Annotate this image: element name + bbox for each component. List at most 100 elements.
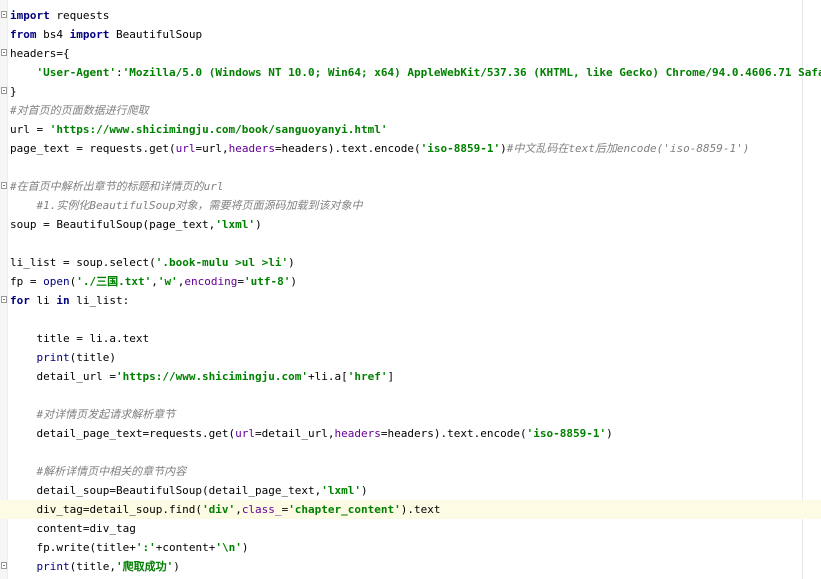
code-line[interactable]: from bs4 import BeautifulSoup xyxy=(0,25,821,44)
code-token: url xyxy=(235,427,256,440)
code-token: page_text = requests.get( xyxy=(10,142,176,155)
code-token: li_list = soup.select( xyxy=(10,256,156,269)
code-token: import xyxy=(69,28,110,41)
code-token: = xyxy=(237,275,244,288)
code-line[interactable]: #1.实例化BeautifulSoup对象，需要将页面源码加载到该对象中 xyxy=(0,196,821,215)
fold-marker-icon[interactable] xyxy=(1,11,7,18)
code-token: , xyxy=(151,275,158,288)
code-token: ) xyxy=(288,256,295,269)
code-line[interactable]: 'User-Agent':'Mozilla/5.0 (Windows NT 10… xyxy=(0,63,821,82)
code-token: 'iso-8859-1' xyxy=(526,427,607,440)
code-line[interactable]: soup = BeautifulSoup(page_text,'lxml') xyxy=(0,215,821,234)
code-line[interactable]: detail_url ='https://www.shicimingju.com… xyxy=(0,367,821,386)
code-token: li_list: xyxy=(69,294,130,307)
code-line[interactable]: li_list = soup.select('.book-mulu >ul >l… xyxy=(0,253,821,272)
code-token: soup = BeautifulSoup(page_text, xyxy=(10,218,216,231)
code-line[interactable]: ​ xyxy=(0,386,821,405)
code-line[interactable]: import requests xyxy=(0,6,821,25)
code-token: (title, xyxy=(69,560,116,573)
code-token: for xyxy=(10,294,30,307)
code-line[interactable]: headers={ xyxy=(0,44,821,63)
code-token: #对首页的页面数据进行爬取 xyxy=(10,104,149,117)
code-token: : xyxy=(115,66,123,79)
code-token: +content+ xyxy=(155,541,216,554)
fold-marker-icon[interactable] xyxy=(1,182,7,189)
code-line[interactable]: ​ xyxy=(0,310,821,329)
code-line[interactable]: print(title) xyxy=(0,348,821,367)
code-line[interactable]: #解析详情页中相关的章节内容 xyxy=(0,462,821,481)
code-line[interactable]: print(title,'爬取成功') xyxy=(0,557,821,576)
code-line[interactable]: ​ xyxy=(0,443,821,462)
code-token: detail_url = xyxy=(10,370,116,383)
code-line[interactable]: for li in li_list: xyxy=(0,291,821,310)
fold-marker-icon[interactable] xyxy=(1,49,7,56)
code-token: li xyxy=(29,294,57,307)
code-token: headers={ xyxy=(10,47,70,60)
code-token: '爬取成功' xyxy=(115,560,174,573)
code-token: (title) xyxy=(69,351,116,364)
code-token: '\n' xyxy=(215,541,242,554)
code-line[interactable]: detail_page_text=requests.get(url=detail… xyxy=(0,424,821,443)
code-line[interactable]: fp.write(title+':'+content+'\n') xyxy=(0,538,821,557)
code-line[interactable]: ​ xyxy=(0,234,821,253)
code-line[interactable]: content=div_tag xyxy=(0,519,821,538)
code-token: 'w' xyxy=(157,275,178,288)
code-line[interactable]: page_text = requests.get(url=url,headers… xyxy=(0,139,821,158)
code-token: ) xyxy=(173,560,180,573)
code-token: ) xyxy=(241,541,249,554)
code-token: 'chapter_content' xyxy=(288,503,401,516)
code-line[interactable]: title = li.a.text xyxy=(0,329,821,348)
code-line[interactable]: #在首页中解析出章节的标题和详情页的url xyxy=(0,177,821,196)
code-token: #对详情页发起请求解析章节 xyxy=(36,408,176,421)
code-token: div_tag=detail_soup.find( xyxy=(10,503,203,516)
code-area[interactable]: import requests from bs4 import Beautiful… xyxy=(0,6,821,576)
fold-marker-icon[interactable] xyxy=(1,296,7,303)
code-token: fp.write(title+ xyxy=(10,541,136,554)
code-token: 'utf-8' xyxy=(243,275,291,288)
code-line[interactable]: #对详情页发起请求解析章节 xyxy=(0,405,821,424)
code-token: =headers).text.encode( xyxy=(380,427,527,440)
code-token: url = xyxy=(10,123,50,136)
code-token: class_ xyxy=(241,503,282,516)
code-line[interactable]: ​ xyxy=(0,158,821,177)
code-token: detail_page_text=requests.get( xyxy=(10,427,236,440)
fold-marker-icon[interactable] xyxy=(1,562,7,569)
code-token: ) xyxy=(606,427,613,440)
code-line[interactable]: url = 'https://www.shicimingju.com/book/… xyxy=(0,120,821,139)
code-line[interactable]: fp = open('./三国.txt','w',encoding='utf-8… xyxy=(0,272,821,291)
code-token: #1.实例化BeautifulSoup对象，需要将页面源码加载到该对象中 xyxy=(36,199,363,212)
code-line[interactable]: } xyxy=(0,82,821,101)
code-token: 'href' xyxy=(347,370,388,383)
code-line[interactable]: detail_soup=BeautifulSoup(detail_page_te… xyxy=(0,481,821,500)
code-token: print xyxy=(36,351,70,364)
code-token: detail_soup=BeautifulSoup(detail_page_te… xyxy=(10,484,322,497)
code-token: 'User-Agent' xyxy=(36,66,116,79)
code-line[interactable]: #对首页的页面数据进行爬取 xyxy=(0,101,821,120)
code-token: in xyxy=(56,294,70,307)
code-token: 'https://www.shicimingju.com/book/sanguo… xyxy=(49,123,388,136)
code-token: #在首页中解析出章节的标题和详情页的url xyxy=(10,180,224,193)
code-line[interactable]: div_tag=detail_soup.find('div',class_='c… xyxy=(0,500,821,519)
code-token: './三国.txt' xyxy=(76,275,152,288)
code-token: content=div_tag xyxy=(10,522,136,535)
code-token: import xyxy=(10,9,50,22)
code-token: ) xyxy=(290,275,297,288)
code-token: encoding xyxy=(184,275,238,288)
code-editor[interactable]: import requests from bs4 import Beautiful… xyxy=(0,0,821,579)
code-token: #中文乱码在text后加encode('iso-8859-1') xyxy=(506,142,750,155)
code-token: fp = xyxy=(10,275,44,288)
code-token: +li.a[ xyxy=(308,370,348,383)
code-token: ) xyxy=(255,218,262,231)
code-token: bs4 xyxy=(36,28,70,41)
code-token: requests xyxy=(49,9,110,22)
code-token: ] xyxy=(387,370,395,383)
code-token: =headers).text.encode( xyxy=(274,142,421,155)
code-token: from xyxy=(10,28,37,41)
fold-marker-icon[interactable] xyxy=(1,87,7,94)
code-token: , xyxy=(235,503,242,516)
code-token: headers xyxy=(228,142,275,155)
